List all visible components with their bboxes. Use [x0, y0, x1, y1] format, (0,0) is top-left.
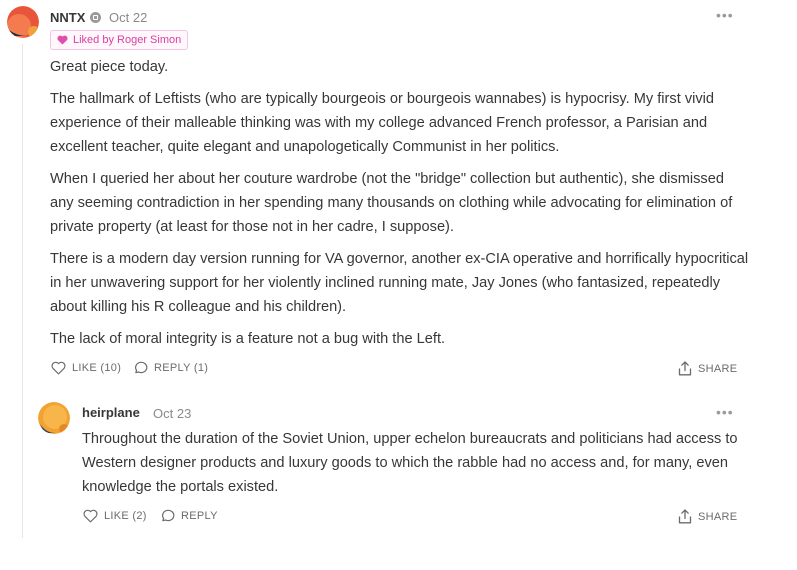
more-icon[interactable]: ••• — [716, 405, 734, 419]
share-label: SHARE — [698, 510, 738, 523]
comment-paragraph: The lack of moral integrity is a feature… — [50, 331, 446, 347]
avatar[interactable] — [38, 402, 70, 434]
share-button[interactable]: SHARE — [678, 509, 737, 524]
thread-line — [22, 44, 23, 538]
share-button[interactable]: SHARE — [678, 361, 737, 376]
comment-paragraph: There is a modern day version running fo… — [50, 251, 749, 315]
like-label: LIKE (10) — [72, 362, 122, 374]
speech-bubble-icon — [162, 509, 175, 522]
comment-paragraph: Throughout the duration of the Soviet Un… — [82, 431, 738, 495]
comment-date[interactable]: Oct 23 — [153, 406, 191, 421]
avatar[interactable] — [7, 6, 39, 38]
like-label: LIKE (2) — [104, 510, 147, 522]
liked-by-label: Liked by Roger Simon — [73, 34, 182, 46]
heart-icon — [57, 35, 68, 45]
reply-label: REPLY (1) — [154, 362, 209, 374]
comment-paragraph: The hallmark of Leftists (who are typica… — [50, 91, 715, 155]
comment-paragraph: Great piece today. — [50, 59, 169, 75]
subscriber-badge-icon — [90, 12, 101, 23]
reply-label: REPLY — [181, 510, 218, 522]
reply-button[interactable]: REPLY (1) — [133, 361, 208, 375]
share-icon — [678, 361, 692, 376]
more-icon[interactable]: ••• — [716, 8, 734, 22]
comment-paragraph: When I queried her about her couture war… — [50, 171, 733, 235]
reply-button[interactable]: REPLY — [160, 509, 218, 523]
share-icon — [678, 509, 692, 524]
heart-outline-icon — [83, 509, 98, 523]
comment-author[interactable]: NNTX — [50, 10, 85, 25]
comment-author[interactable]: heirplane — [82, 405, 140, 420]
heart-outline-icon — [51, 361, 66, 375]
like-button[interactable]: LIKE (10) — [51, 361, 121, 375]
liked-by-badge: Liked by Roger Simon — [50, 30, 189, 50]
share-label: SHARE — [698, 362, 738, 375]
speech-bubble-icon — [135, 361, 148, 374]
comment-date[interactable]: Oct 22 — [109, 10, 147, 25]
like-button[interactable]: LIKE (2) — [83, 509, 147, 523]
